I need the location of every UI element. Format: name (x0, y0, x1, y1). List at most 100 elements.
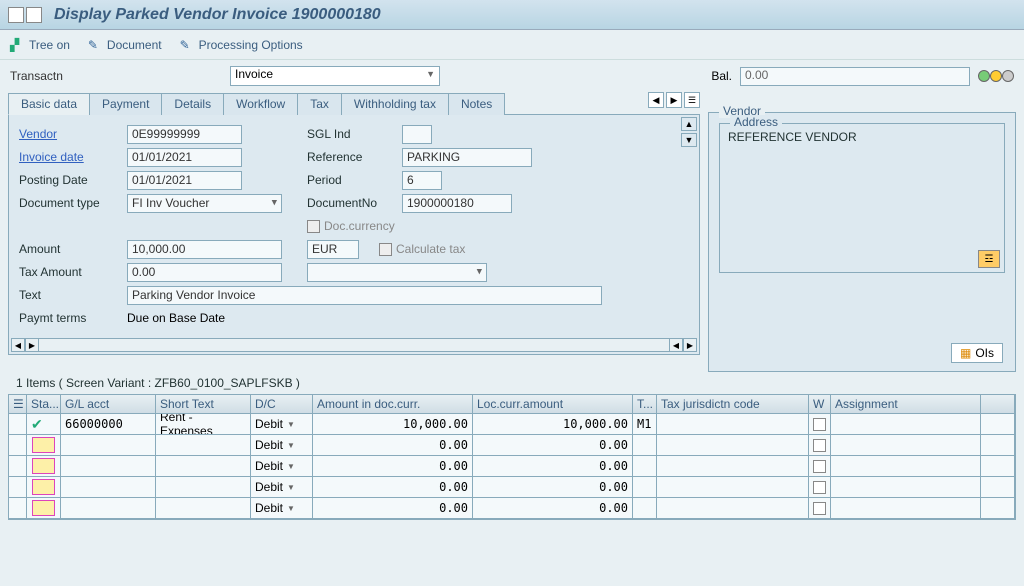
processing-options-button[interactable]: Processing Options (180, 38, 303, 52)
invoice-date-label[interactable]: Invoice date (19, 150, 127, 164)
cell-assignment[interactable] (831, 498, 981, 518)
hs-track[interactable] (39, 338, 669, 352)
tab-workflow[interactable]: Workflow (223, 93, 298, 115)
amount-field[interactable]: 10,000.00 (127, 240, 282, 259)
cell-locamount[interactable]: 0.00 (473, 498, 633, 518)
doccurrency-check[interactable] (307, 220, 320, 233)
col-shorttext[interactable]: Short Text (156, 395, 251, 413)
cell-dc[interactable]: Debit (251, 414, 313, 434)
cell-assignment[interactable] (831, 456, 981, 476)
app-icon-2[interactable] (26, 7, 42, 23)
tab-tax[interactable]: Tax (297, 93, 342, 115)
cell-dc[interactable]: Debit (251, 498, 313, 518)
hs-r2[interactable]: ▶ (683, 338, 697, 352)
cell-t[interactable] (633, 498, 657, 518)
cell-dc[interactable]: Debit (251, 456, 313, 476)
cell-locamount[interactable]: 10,000.00 (473, 414, 633, 434)
row-selector[interactable] (9, 435, 27, 455)
col-locamount[interactable]: Loc.curr.amount (473, 395, 633, 413)
cell-assignment[interactable] (831, 414, 981, 434)
w-check[interactable] (813, 502, 826, 515)
cell-t[interactable] (633, 456, 657, 476)
cell-glacct[interactable]: 66000000 (61, 414, 156, 434)
grid-config-button[interactable]: ☰ (13, 397, 27, 411)
calctax-check[interactable] (379, 243, 392, 256)
cell-amount[interactable]: 10,000.00 (313, 414, 473, 434)
row-selector[interactable] (9, 477, 27, 497)
row-selector[interactable] (9, 456, 27, 476)
cell-amount[interactable]: 0.00 (313, 477, 473, 497)
col-taxjur[interactable]: Tax jurisdictn code (657, 395, 809, 413)
ois-button[interactable]: OIs (951, 343, 1003, 363)
app-icon-1[interactable] (8, 7, 24, 23)
tab-prev-button[interactable]: ◀ (648, 92, 664, 108)
tab-payment[interactable]: Payment (89, 93, 162, 115)
cell-taxjur[interactable] (657, 435, 809, 455)
docno-field[interactable]: 1900000180 (402, 194, 512, 213)
cell-w[interactable] (809, 435, 831, 455)
document-button[interactable]: Document (88, 38, 162, 52)
tab-list-button[interactable]: ☰ (684, 92, 700, 108)
cell-dc[interactable]: Debit (251, 477, 313, 497)
cell-shorttext[interactable] (156, 498, 251, 518)
cell-taxjur[interactable] (657, 414, 809, 434)
cell-w[interactable] (809, 414, 831, 434)
cell-amount[interactable]: 0.00 (313, 456, 473, 476)
tab-basic-data[interactable]: Basic data (8, 93, 90, 115)
taxamount-field[interactable]: 0.00 (127, 263, 282, 282)
cell-amount[interactable]: 0.00 (313, 498, 473, 518)
currency-field[interactable]: EUR (307, 240, 359, 259)
table-row[interactable]: Debit0.000.00 (9, 498, 1015, 519)
w-check[interactable] (813, 481, 826, 494)
tax-select[interactable] (307, 263, 487, 282)
cell-assignment[interactable] (831, 435, 981, 455)
cell-locamount[interactable]: 0.00 (473, 456, 633, 476)
row-selector[interactable] (9, 498, 27, 518)
w-check[interactable] (813, 418, 826, 431)
table-row[interactable]: Debit0.000.00 (9, 477, 1015, 498)
w-check[interactable] (813, 460, 826, 473)
tab-next-button[interactable]: ▶ (666, 92, 682, 108)
col-t[interactable]: T... (633, 395, 657, 413)
col-amount[interactable]: Amount in doc.curr. (313, 395, 473, 413)
vendor-label[interactable]: Vendor (19, 127, 127, 141)
cell-w[interactable] (809, 498, 831, 518)
cell-t[interactable] (633, 477, 657, 497)
table-row[interactable]: Debit0.000.00 (9, 456, 1015, 477)
cell-shorttext[interactable] (156, 435, 251, 455)
hs-l1[interactable]: ◀ (11, 338, 25, 352)
invoice-date-field[interactable]: 01/01/2021 (127, 148, 242, 167)
cell-t[interactable] (633, 435, 657, 455)
cell-glacct[interactable] (61, 498, 156, 518)
address-detail-button[interactable]: ☲ (978, 250, 1000, 268)
sgl-field[interactable] (402, 125, 432, 144)
table-row[interactable]: Debit0.000.00 (9, 435, 1015, 456)
cell-w[interactable] (809, 456, 831, 476)
w-check[interactable] (813, 439, 826, 452)
cell-shorttext[interactable]: Rent - Expenses (156, 414, 251, 434)
cell-amount[interactable]: 0.00 (313, 435, 473, 455)
cell-shorttext[interactable] (156, 456, 251, 476)
scroll-dn-button[interactable]: ▼ (681, 133, 697, 147)
cell-taxjur[interactable] (657, 498, 809, 518)
cell-locamount[interactable]: 0.00 (473, 435, 633, 455)
tab-notes[interactable]: Notes (448, 93, 505, 115)
period-field[interactable]: 6 (402, 171, 442, 190)
cell-w[interactable] (809, 477, 831, 497)
col-dc[interactable]: D/C (251, 395, 313, 413)
cell-taxjur[interactable] (657, 456, 809, 476)
col-glacct[interactable]: G/L acct (61, 395, 156, 413)
vendor-field[interactable]: 0E99999999 (127, 125, 242, 144)
document-type-select[interactable]: FI Inv Voucher (127, 194, 282, 213)
tree-on-button[interactable]: Tree on (10, 38, 70, 52)
cell-glacct[interactable] (61, 435, 156, 455)
tab-details[interactable]: Details (161, 93, 224, 115)
cell-locamount[interactable]: 0.00 (473, 477, 633, 497)
text-field[interactable]: Parking Vendor Invoice (127, 286, 602, 305)
col-status[interactable]: Sta... (27, 395, 61, 413)
scroll-up-button[interactable]: ▲ (681, 117, 697, 131)
cell-glacct[interactable] (61, 477, 156, 497)
cell-assignment[interactable] (831, 477, 981, 497)
table-row[interactable]: 66000000Rent - ExpensesDebit10,000.0010,… (9, 414, 1015, 435)
reference-field[interactable]: PARKING (402, 148, 532, 167)
